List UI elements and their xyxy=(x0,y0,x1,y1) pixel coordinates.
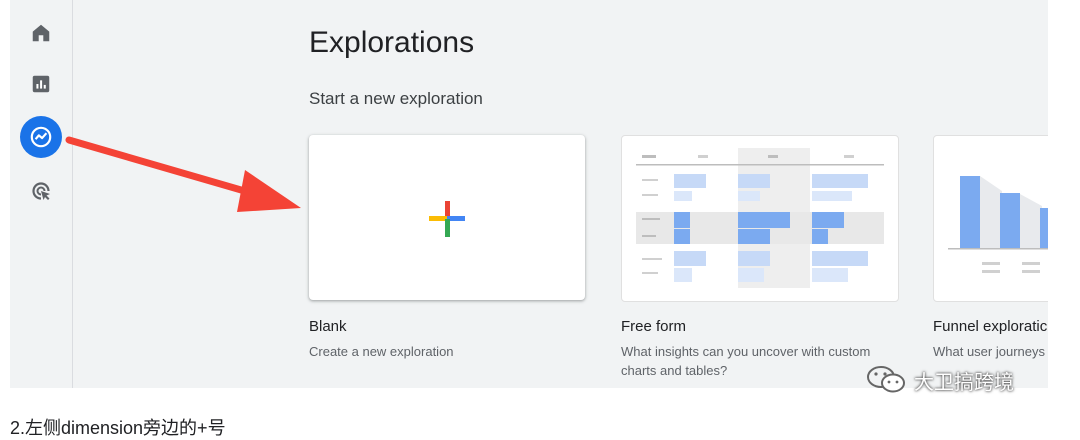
nav-home-button[interactable] xyxy=(20,12,62,54)
template-desc-blank: Create a new exploration xyxy=(309,344,454,359)
left-nav-rail xyxy=(10,0,73,388)
explore-icon xyxy=(30,126,52,148)
add-plus-icon xyxy=(429,201,465,237)
template-card-free-form[interactable] xyxy=(621,135,899,302)
wechat-icon xyxy=(867,366,905,393)
nav-explore-button[interactable] xyxy=(20,116,62,158)
bar-chart-icon xyxy=(32,75,50,93)
template-desc-free-form: What insights can you uncover with custo… xyxy=(621,344,871,378)
template-title-funnel: Funnel exploratic xyxy=(933,318,1048,335)
template-card-blank[interactable] xyxy=(309,135,585,300)
watermark-text: 大卫搞跨境 xyxy=(914,371,1014,394)
free-form-illustration xyxy=(636,148,884,288)
nav-reports-button[interactable] xyxy=(20,63,62,105)
template-title-free-form: Free form xyxy=(621,318,687,335)
template-desc-funnel: What user journeys and breakdown wit xyxy=(933,344,1048,359)
annotation-arrow xyxy=(65,136,301,212)
template-card-funnel[interactable] xyxy=(933,135,1048,302)
funnel-illustration xyxy=(948,176,1048,273)
advertising-icon xyxy=(32,182,50,200)
ga4-explore-screen: Explorations Start a new exploration Bla… xyxy=(10,0,1048,388)
nav-advertising-button[interactable] xyxy=(20,170,62,212)
section-subtitle: Start a new exploration xyxy=(309,89,483,108)
template-title-blank: Blank xyxy=(309,318,347,335)
annotation-caption: 2.左侧dimension旁边的+号 xyxy=(10,418,226,438)
watermark: 大卫搞跨境 xyxy=(866,364,1014,396)
page-title: Explorations xyxy=(309,26,475,59)
home-icon xyxy=(32,24,50,42)
